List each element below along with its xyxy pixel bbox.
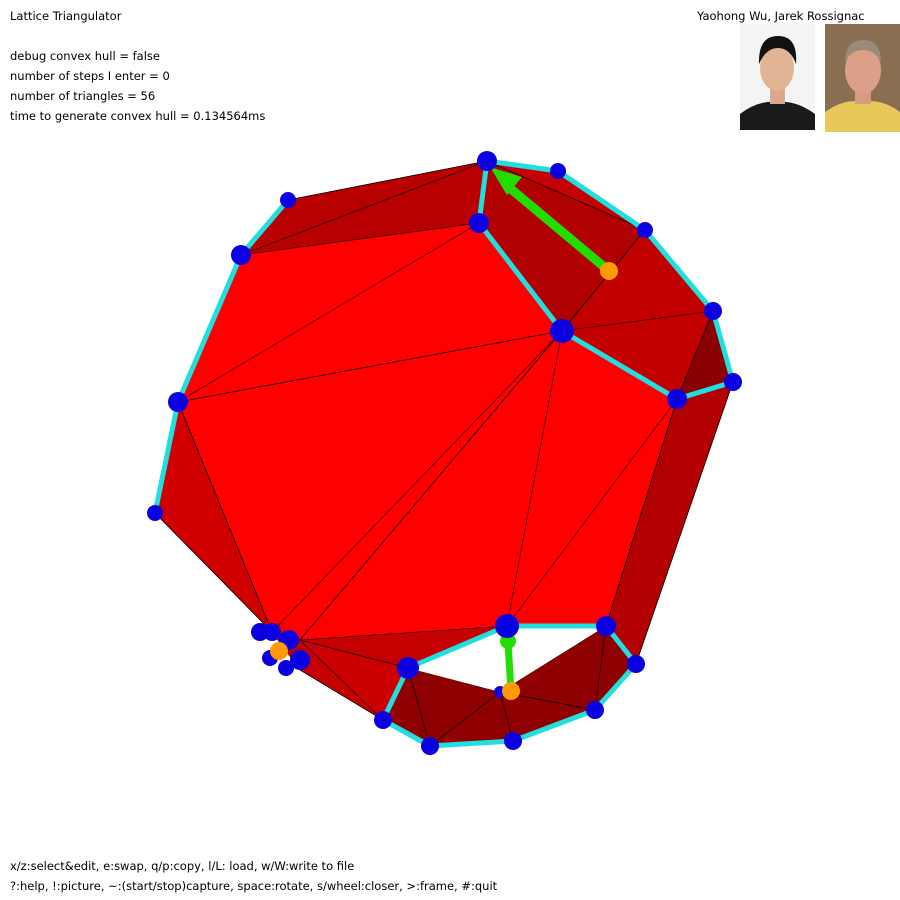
vertex-sphere[interactable]	[667, 389, 687, 409]
vertex-sphere[interactable]	[469, 213, 489, 233]
vertex-sphere[interactable]	[495, 614, 519, 638]
vertex-sphere[interactable]	[231, 245, 251, 265]
triangulation-viewport[interactable]	[0, 0, 900, 900]
selected-marker	[502, 682, 520, 700]
vertex-sphere[interactable]	[724, 373, 742, 391]
vertex-sphere[interactable]	[421, 737, 439, 755]
vertex-sphere[interactable]	[374, 711, 392, 729]
vertex-sphere[interactable]	[504, 732, 522, 750]
vertex-sphere[interactable]	[168, 392, 188, 412]
vertex-sphere[interactable]	[586, 701, 604, 719]
vertex-sphere[interactable]	[596, 616, 616, 636]
help-line-1: x/z:select&edit, e:swap, q/p:copy, l/L: …	[10, 859, 355, 873]
vertex-sphere[interactable]	[637, 222, 653, 238]
vertex-sphere[interactable]	[263, 623, 281, 641]
vertex-sphere[interactable]	[147, 505, 163, 521]
vertex-sphere[interactable]	[280, 192, 296, 208]
help-line-2: ?:help, !:picture, ~:(start/stop)capture…	[10, 879, 498, 893]
vertex-sphere[interactable]	[397, 657, 419, 679]
vertex-sphere[interactable]	[627, 655, 645, 673]
vertex-sphere[interactable]	[704, 302, 722, 320]
selected-marker	[270, 642, 288, 660]
vertex-sphere[interactable]	[550, 163, 566, 179]
vertex-sphere[interactable]	[550, 319, 574, 343]
selected-marker	[600, 262, 618, 280]
vertex-sphere[interactable]	[477, 151, 497, 171]
vertex-sphere[interactable]	[278, 660, 294, 676]
